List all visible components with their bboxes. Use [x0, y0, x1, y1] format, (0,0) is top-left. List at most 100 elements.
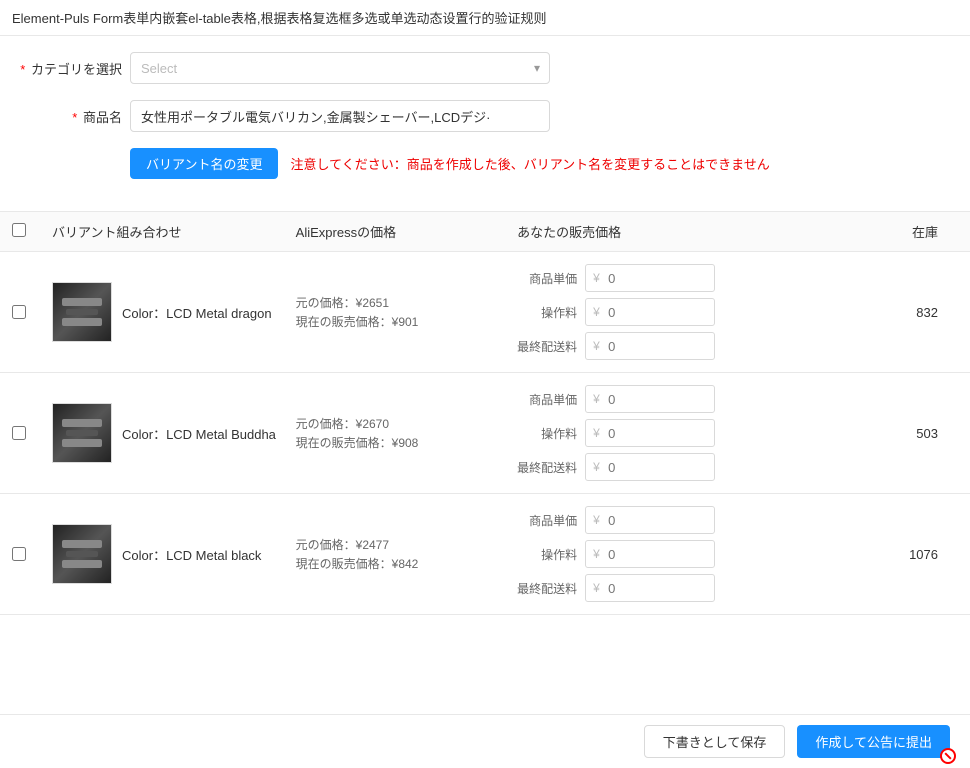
no-entry-icon: [940, 748, 956, 764]
yen-prefix-icon: ¥: [593, 426, 600, 440]
header-selling-col: あなたの販売価格: [517, 222, 827, 241]
variant-row: バリアント名の変更 注意してください：商品を作成した後、バリアント名を変更するこ…: [20, 148, 950, 179]
yen-prefix-icon: ¥: [593, 271, 600, 285]
save-draft-button[interactable]: 下書きとして保存: [644, 725, 786, 758]
category-required: *: [20, 62, 25, 77]
yen-prefix-icon: ¥: [593, 513, 600, 527]
row3-price: 元の価格：¥2477 現在の販売価格：¥842: [296, 536, 518, 572]
row2-shipping-input-wrapper: ¥: [585, 453, 715, 481]
row1-check: [12, 305, 52, 319]
row3-shipping-label: 最終配送料: [517, 580, 577, 597]
row1-handling-row: 操作料 ¥: [517, 298, 827, 326]
row2-variant: Color：LCD Metal Buddha: [52, 403, 296, 463]
row2-price: 元の価格：¥2670 現在の販売価格：¥908: [296, 415, 518, 451]
row1-unit-label: 商品単価: [517, 270, 577, 287]
row2-stock: 503: [827, 426, 958, 441]
row2-thumbnail: [52, 403, 112, 463]
header-variant-col: バリアント組み合わせ: [52, 222, 296, 241]
row1-unit-input-wrapper: ¥: [585, 264, 715, 292]
row2-handling-row: 操作料 ¥: [517, 419, 827, 447]
row2-selling: 商品単価 ¥ 操作料 ¥ 最終配送料 ¥: [517, 385, 827, 481]
product-name-input[interactable]: [130, 100, 550, 132]
row2-unit-row: 商品単価 ¥: [517, 385, 827, 413]
row2-original-price: 元の価格：¥2670: [296, 415, 518, 432]
row2-handling-label: 操作料: [517, 425, 577, 442]
row1-shipping-input-wrapper: ¥: [585, 332, 715, 360]
yen-prefix-icon: ¥: [593, 460, 600, 474]
row3-shipping-row: 最終配送料 ¥: [517, 574, 827, 602]
yen-prefix-icon: ¥: [593, 547, 600, 561]
submit-button[interactable]: 作成して公告に提出: [797, 725, 950, 758]
yen-prefix-icon: ¥: [593, 305, 600, 319]
footer-bar: 下書きとして保存 作成して公告に提出: [0, 714, 970, 768]
row3-unit-input-wrapper: ¥: [585, 506, 715, 534]
submit-button-label: 作成して公告に提出: [815, 735, 932, 750]
category-select[interactable]: Select: [130, 52, 550, 84]
row1-unit-price-input[interactable]: [585, 264, 715, 292]
row3-handling-label: 操作料: [517, 546, 577, 563]
product-name-required: *: [72, 110, 77, 125]
row2-shipping-label: 最終配送料: [517, 459, 577, 476]
yen-prefix-icon: ¥: [593, 392, 600, 406]
table-header: バリアント組み合わせ AliExpressの価格 あなたの販売価格 在庫: [0, 211, 970, 252]
yen-prefix-icon: ¥: [593, 339, 600, 353]
row1-original-price: 元の価格：¥2651: [296, 294, 518, 311]
row3-thumbnail: [52, 524, 112, 584]
header-price-col: AliExpressの価格: [296, 222, 518, 241]
row3-unit-price-input[interactable]: [585, 506, 715, 534]
row3-variant: Color：LCD Metal black: [52, 524, 296, 584]
row3-selling: 商品単価 ¥ 操作料 ¥ 最終配送料 ¥: [517, 506, 827, 602]
row3-handling-price-input[interactable]: [585, 540, 715, 568]
table-row: Color：LCD Metal Buddha 元の価格：¥2670 現在の販売価…: [0, 373, 970, 494]
row2-variant-name: Color：LCD Metal Buddha: [122, 424, 276, 443]
row1-handling-input-wrapper: ¥: [585, 298, 715, 326]
row2-shipping-row: 最終配送料 ¥: [517, 453, 827, 481]
row3-original-price: 元の価格：¥2477: [296, 536, 518, 553]
page-title: Element-Puls Form表単内嵌套el-table表格,根据表格复选框…: [0, 0, 970, 36]
row1-variant-name: Color：LCD Metal dragon: [122, 303, 272, 322]
header-stock-col: 在庫: [827, 222, 958, 241]
row1-unit-row: 商品単価 ¥: [517, 264, 827, 292]
product-name-label: * 商品名: [20, 107, 130, 126]
row2-unit-price-input[interactable]: [585, 385, 715, 413]
row1-selling: 商品単価 ¥ 操作料 ¥ 最終配送料 ¥: [517, 264, 827, 360]
table-row: Color：LCD Metal black 元の価格：¥2477 現在の販売価格…: [0, 494, 970, 615]
row1-thumbnail: [52, 282, 112, 342]
row1-stock: 832: [827, 305, 958, 320]
row1-handling-label: 操作料: [517, 304, 577, 321]
row2-unit-label: 商品単価: [517, 391, 577, 408]
row3-checkbox[interactable]: [12, 547, 26, 561]
row1-handling-price-input[interactable]: [585, 298, 715, 326]
select-all-checkbox[interactable]: [12, 223, 26, 237]
yen-prefix-icon: ¥: [593, 581, 600, 595]
category-select-wrapper: Select ▾: [130, 52, 550, 84]
row2-check: [12, 426, 52, 440]
variant-rename-button[interactable]: バリアント名の変更: [130, 148, 278, 179]
row1-shipping-price-input[interactable]: [585, 332, 715, 360]
form-area: * カテゴリを選択 Select ▾ * 商品名 バリアント名の変更 注意してく…: [0, 36, 970, 211]
product-name-row: * 商品名: [20, 100, 950, 132]
row3-unit-row: 商品単価 ¥: [517, 506, 827, 534]
row2-handling-price-input[interactable]: [585, 419, 715, 447]
table-row: Color：LCD Metal dragon 元の価格：¥2651 現在の販売価…: [0, 252, 970, 373]
row3-stock: 1076: [827, 547, 958, 562]
row2-unit-input-wrapper: ¥: [585, 385, 715, 413]
row2-handling-input-wrapper: ¥: [585, 419, 715, 447]
warning-text: 注意してください：商品を作成した後、バリアント名を変更することはできません: [290, 154, 769, 173]
row1-shipping-row: 最終配送料 ¥: [517, 332, 827, 360]
row3-handling-row: 操作料 ¥: [517, 540, 827, 568]
header-check-col: [12, 223, 52, 240]
row1-current-price: 現在の販売価格：¥901: [296, 313, 518, 330]
row3-unit-label: 商品単価: [517, 512, 577, 529]
row2-checkbox[interactable]: [12, 426, 26, 440]
row1-checkbox[interactable]: [12, 305, 26, 319]
row3-check: [12, 547, 52, 561]
row3-shipping-price-input[interactable]: [585, 574, 715, 602]
row3-handling-input-wrapper: ¥: [585, 540, 715, 568]
row2-shipping-price-input[interactable]: [585, 453, 715, 481]
row1-price: 元の価格：¥2651 現在の販売価格：¥901: [296, 294, 518, 330]
row3-shipping-input-wrapper: ¥: [585, 574, 715, 602]
row3-current-price: 現在の販売価格：¥842: [296, 555, 518, 572]
category-row: * カテゴリを選択 Select ▾: [20, 52, 950, 84]
product-table: バリアント組み合わせ AliExpressの価格 あなたの販売価格 在庫 Col…: [0, 211, 970, 615]
